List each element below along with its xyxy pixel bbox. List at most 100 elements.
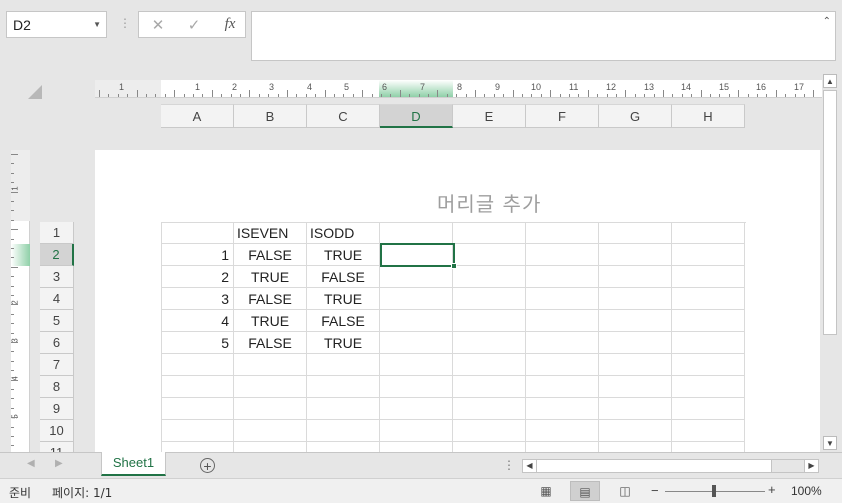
row-header-8[interactable]: 8 <box>40 376 74 398</box>
column-header-d[interactable]: D <box>380 104 453 128</box>
cell-e11[interactable] <box>453 442 526 452</box>
cell-h7[interactable] <box>672 354 745 376</box>
chevron-down-icon[interactable]: ▼ <box>93 20 101 29</box>
tab-splitter-icon[interactable]: ⋮ <box>503 458 515 472</box>
zoom-in-button[interactable]: + <box>768 482 776 497</box>
cell-b3[interactable]: TRUE <box>234 266 307 288</box>
cell-e8[interactable] <box>453 376 526 398</box>
add-sheet-icon[interactable]: + <box>200 458 215 473</box>
cell-g2[interactable] <box>599 244 672 266</box>
scroll-left-icon[interactable]: ◀ <box>523 460 537 472</box>
cell-d10[interactable] <box>380 420 453 442</box>
column-header-c[interactable]: C <box>307 104 380 128</box>
cell-b5[interactable]: TRUE <box>234 310 307 332</box>
cell-d8[interactable] <box>380 376 453 398</box>
cell-h2[interactable] <box>672 244 745 266</box>
cell-g8[interactable] <box>599 376 672 398</box>
page-break-preview-icon[interactable]: ◫ <box>610 481 640 501</box>
zoom-out-button[interactable]: − <box>651 483 659 498</box>
cell-g9[interactable] <box>599 398 672 420</box>
column-header-e[interactable]: E <box>453 104 526 128</box>
select-all-button[interactable] <box>28 85 42 99</box>
cell-d7[interactable] <box>380 354 453 376</box>
cell-f8[interactable] <box>526 376 599 398</box>
cell-e2[interactable] <box>453 244 526 266</box>
cell-a10[interactable] <box>161 420 234 442</box>
cell-h5[interactable] <box>672 310 745 332</box>
cell-d3[interactable] <box>380 266 453 288</box>
cell-f9[interactable] <box>526 398 599 420</box>
cell-f3[interactable] <box>526 266 599 288</box>
cell-g6[interactable] <box>599 332 672 354</box>
cancel-icon[interactable]: ✕ <box>147 16 169 34</box>
cell-f2[interactable] <box>526 244 599 266</box>
cell-g10[interactable] <box>599 420 672 442</box>
cell-a4[interactable]: 3 <box>161 288 234 310</box>
cell-a5[interactable]: 4 <box>161 310 234 332</box>
row-header-5[interactable]: 5 <box>40 310 74 332</box>
row-header-10[interactable]: 10 <box>40 420 74 442</box>
name-box[interactable]: D2 ▼ <box>6 11 107 38</box>
cell-g7[interactable] <box>599 354 672 376</box>
column-header-h[interactable]: H <box>672 104 745 128</box>
cell-d1[interactable] <box>380 222 453 244</box>
scroll-up-icon[interactable]: ▲ <box>823 74 837 88</box>
cell-e5[interactable] <box>453 310 526 332</box>
cell-c9[interactable] <box>307 398 380 420</box>
formula-input[interactable]: ⌃ <box>251 11 836 61</box>
zoom-slider-thumb[interactable] <box>712 485 716 497</box>
column-header-g[interactable]: G <box>599 104 672 128</box>
cell-g11[interactable] <box>599 442 672 452</box>
cell-f11[interactable] <box>526 442 599 452</box>
tab-scroll-left-icon[interactable]: ◀ <box>27 458 35 469</box>
cell-c6[interactable]: TRUE <box>307 332 380 354</box>
cell-h4[interactable] <box>672 288 745 310</box>
normal-view-icon[interactable]: ▦ <box>531 481 561 501</box>
cell-h8[interactable] <box>672 376 745 398</box>
cell-d6[interactable] <box>380 332 453 354</box>
cell-a7[interactable] <box>161 354 234 376</box>
cell-c1[interactable]: ISODD <box>307 222 380 244</box>
cell-c10[interactable] <box>307 420 380 442</box>
vertical-scroll-thumb[interactable] <box>823 90 837 335</box>
cell-e9[interactable] <box>453 398 526 420</box>
cell-e10[interactable] <box>453 420 526 442</box>
cell-g1[interactable] <box>599 222 672 244</box>
row-header-9[interactable]: 9 <box>40 398 74 420</box>
cell-a8[interactable] <box>161 376 234 398</box>
cell-c4[interactable]: TRUE <box>307 288 380 310</box>
cell-c2[interactable]: TRUE <box>307 244 380 266</box>
cell-d11[interactable] <box>380 442 453 452</box>
cell-g5[interactable] <box>599 310 672 332</box>
cell-h11[interactable] <box>672 442 745 452</box>
cell-a3[interactable]: 2 <box>161 266 234 288</box>
cell-b4[interactable]: FALSE <box>234 288 307 310</box>
add-header-placeholder[interactable]: 머리글 추가 <box>437 188 541 217</box>
column-header-f[interactable]: F <box>526 104 599 128</box>
horizontal-scroll-thumb[interactable] <box>537 460 772 472</box>
cell-b1[interactable]: ISEVEN <box>234 222 307 244</box>
horizontal-scrollbar[interactable]: ◀ ▶ <box>522 459 819 473</box>
cell-a2[interactable]: 1 <box>161 244 234 266</box>
cell-c5[interactable]: FALSE <box>307 310 380 332</box>
cell-a11[interactable] <box>161 442 234 452</box>
cell-f7[interactable] <box>526 354 599 376</box>
cell-h6[interactable] <box>672 332 745 354</box>
zoom-level[interactable]: 100% <box>791 484 822 498</box>
cell-c11[interactable] <box>307 442 380 452</box>
vertical-scrollbar[interactable]: ▲ ▼ <box>822 72 838 452</box>
cell-h3[interactable] <box>672 266 745 288</box>
cell-g3[interactable] <box>599 266 672 288</box>
enter-icon[interactable]: ✓ <box>183 16 205 34</box>
cell-b6[interactable]: FALSE <box>234 332 307 354</box>
row-header-4[interactable]: 4 <box>40 288 74 310</box>
cell-e7[interactable] <box>453 354 526 376</box>
cell-e4[interactable] <box>453 288 526 310</box>
cell-c7[interactable] <box>307 354 380 376</box>
row-header-1[interactable]: 1 <box>40 222 74 244</box>
cell-a6[interactable]: 5 <box>161 332 234 354</box>
column-header-a[interactable]: A <box>161 104 234 128</box>
scroll-right-icon[interactable]: ▶ <box>804 460 818 472</box>
cell-c3[interactable]: FALSE <box>307 266 380 288</box>
cell-b8[interactable] <box>234 376 307 398</box>
